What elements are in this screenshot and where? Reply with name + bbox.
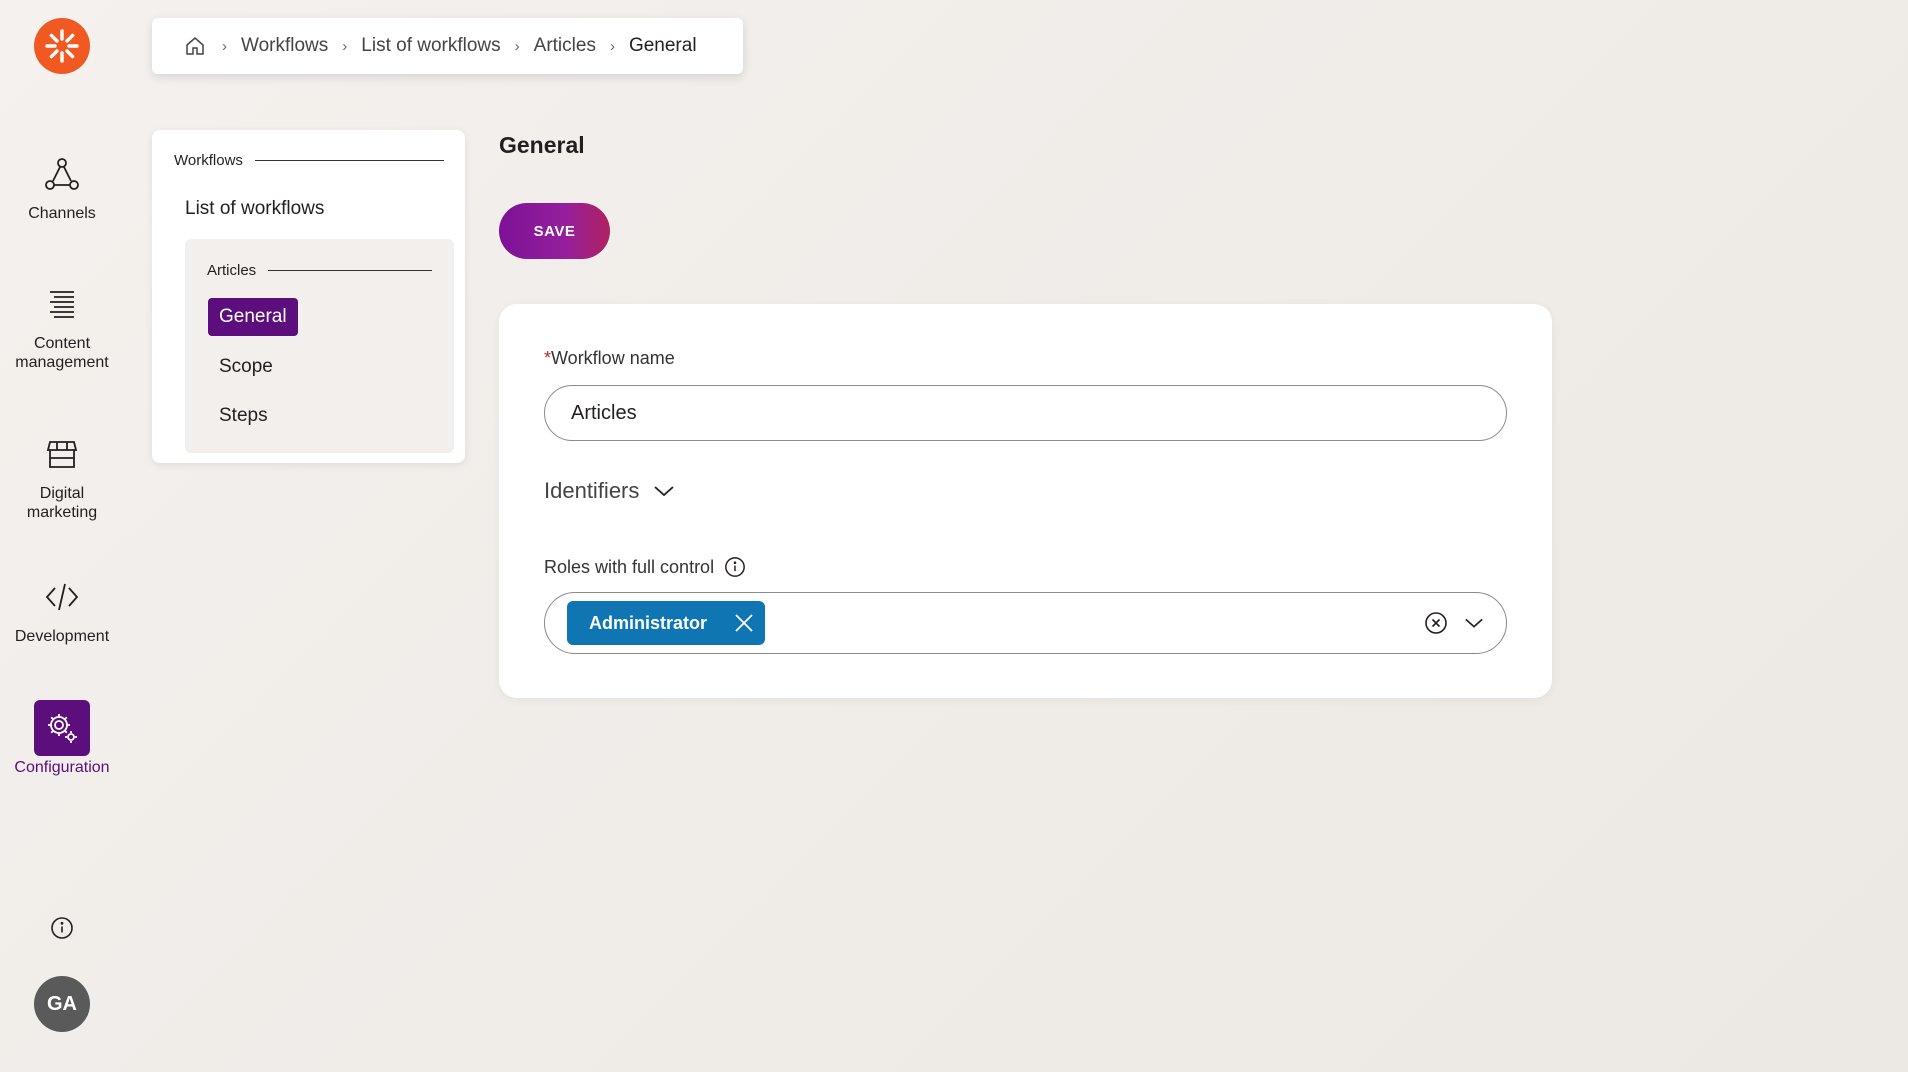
digital-marketing-icon (34, 426, 90, 482)
nav-label: Configuration (14, 759, 110, 776)
workflow-subnav: Workflows List of workflows Articles Gen… (152, 130, 465, 463)
kentico-logo-icon (45, 29, 79, 63)
workflow-name-label: *Workflow name (544, 348, 675, 369)
nav-label: Digital marketing (26, 485, 98, 521)
subnav-inner-group-label-text: Articles (207, 262, 257, 279)
channels-icon (34, 146, 90, 202)
content-management-icon (34, 276, 90, 332)
nav-label: Content management (15, 335, 109, 371)
info-icon[interactable] (724, 556, 746, 578)
role-tag: Administrator (567, 601, 766, 645)
app-logo[interactable] (34, 18, 90, 74)
divider (254, 160, 444, 161)
nav-configuration[interactable]: Configuration (0, 700, 124, 777)
subnav-group-label: Workflows (174, 152, 444, 169)
breadcrumb-separator: › (609, 37, 615, 55)
nav-label: Channels (28, 205, 96, 222)
breadcrumb-list-of-workflows[interactable]: List of workflows (361, 35, 500, 57)
divider (268, 270, 432, 271)
development-icon (34, 569, 90, 625)
breadcrumb: › Workflows › List of workflows › Articl… (152, 18, 743, 74)
breadcrumb-articles[interactable]: Articles (534, 35, 596, 57)
breadcrumb-general: General (628, 35, 697, 56)
subnav-list-of-workflows[interactable]: List of workflows (185, 198, 324, 220)
page-title: General (499, 132, 585, 158)
role-tag-label: Administrator (589, 612, 708, 633)
nav-digital-marketing[interactable]: Digital marketing (0, 426, 124, 522)
breadcrumb-separator: › (342, 37, 348, 55)
subnav-item-scope[interactable]: Scope (208, 348, 284, 386)
workflow-form-card: *Workflow name Identifiers Roles with fu… (499, 304, 1552, 698)
clear-icon[interactable] (1424, 611, 1448, 635)
roles-label-text: Roles with full control (544, 556, 715, 577)
identifiers-label: Identifiers (544, 478, 640, 503)
gear-icon (34, 700, 90, 756)
home-icon[interactable] (184, 35, 206, 57)
workflow-name-label-text: Workflow name (551, 348, 675, 368)
nav-label: Development (14, 628, 110, 645)
info-icon[interactable] (48, 914, 76, 942)
roles-label: Roles with full control (544, 556, 746, 578)
nav-development[interactable]: Development (0, 569, 124, 646)
breadcrumb-separator: › (514, 37, 520, 55)
close-icon[interactable] (733, 612, 755, 634)
subnav-item-general[interactable]: General (208, 298, 298, 336)
subnav-item-steps[interactable]: Steps (208, 397, 279, 435)
user-avatar[interactable]: GA (34, 976, 90, 1032)
subnav-articles-group: Articles General Scope Steps (185, 239, 454, 453)
chevron-down-icon[interactable] (1464, 613, 1484, 633)
breadcrumb-separator: › (222, 37, 227, 55)
nav-content-management[interactable]: Content management (0, 276, 124, 372)
app-navigation: Channels Content management Digital mark… (0, 0, 124, 1072)
identifiers-toggle[interactable]: Identifiers (544, 478, 675, 504)
breadcrumb-workflows[interactable]: Workflows (241, 35, 328, 57)
subnav-inner-group-label: Articles (207, 262, 432, 279)
save-button[interactable]: SAVE (499, 203, 610, 259)
workflow-name-input[interactable] (544, 385, 1507, 441)
roles-multiselect[interactable]: Administrator (544, 592, 1507, 654)
nav-channels[interactable]: Channels (0, 146, 124, 223)
chevron-down-icon (654, 486, 674, 497)
required-marker: * (544, 348, 552, 368)
subnav-group-label-text: Workflows (174, 152, 243, 169)
